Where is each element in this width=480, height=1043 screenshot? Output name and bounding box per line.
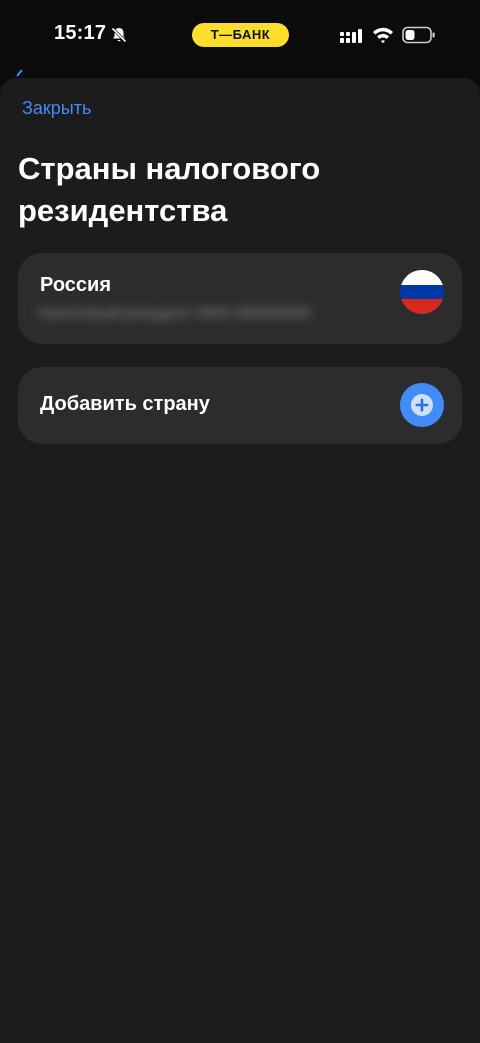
page-title: Страны налогового резидентства xyxy=(18,151,321,228)
country-name: Россия xyxy=(40,274,112,296)
status-time: 15:17 xyxy=(54,22,107,44)
add-circle-icon xyxy=(400,383,444,427)
carrier-badge: Т—БАНК xyxy=(192,23,289,47)
wifi-icon xyxy=(373,27,393,44)
screen: 15:17 Т—БАНК Закрыть Страны налогового р… xyxy=(0,0,480,1043)
close-button[interactable]: Закрыть xyxy=(22,98,91,119)
battery-low-icon xyxy=(402,26,435,44)
bell-slash-icon xyxy=(111,27,127,43)
flag-stripe-red xyxy=(400,299,444,314)
add-country-button[interactable]: Добавить страну xyxy=(18,367,462,444)
cellular-signal-icon xyxy=(340,29,362,43)
tax-residency-sheet: Закрыть Страны налогового резидентства Р… xyxy=(0,78,480,1043)
flag-stripe-white xyxy=(400,270,444,285)
status-bar: 15:17 Т—БАНК xyxy=(0,0,480,77)
flag-stripe-blue xyxy=(400,284,444,300)
add-country-label: Добавить страну xyxy=(40,393,210,415)
russia-flag-icon xyxy=(400,270,444,314)
country-details-redacted: Налоговый резидент ИНН 000000000000 xyxy=(38,305,310,322)
country-card-russia[interactable]: Россия Налоговый резидент ИНН 0000000000… xyxy=(18,253,462,344)
